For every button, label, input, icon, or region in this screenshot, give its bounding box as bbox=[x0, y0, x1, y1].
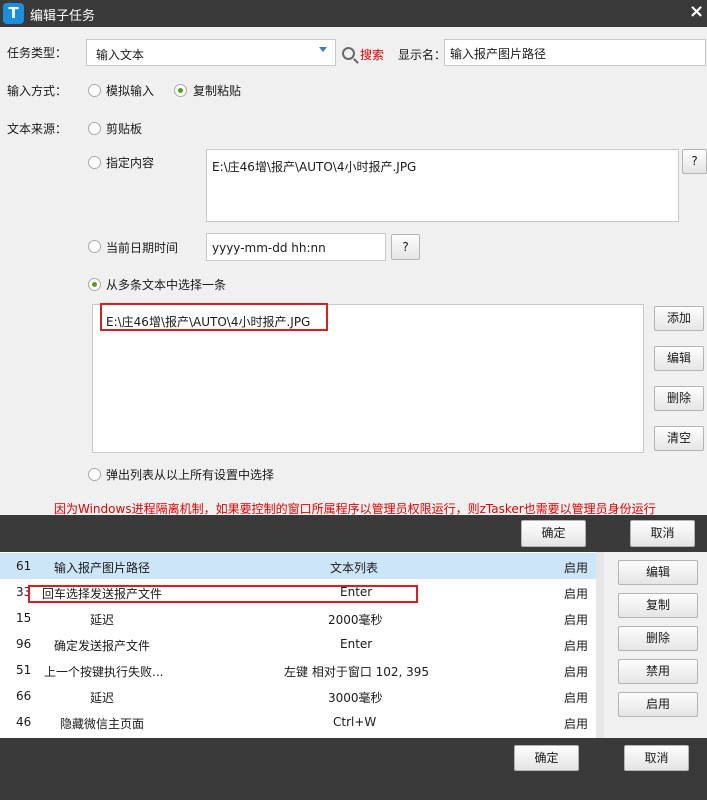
row-status: 启用 bbox=[564, 613, 589, 627]
row-status: 启用 bbox=[564, 717, 589, 731]
task-type-label: 任务类型： bbox=[7, 46, 68, 60]
row-detail: 2000毫秒 bbox=[328, 613, 383, 627]
text-source-label: 文本来源： bbox=[7, 122, 68, 136]
task-table: 61 输入报产图片路径 文本列表 启用 33 回车选择发送报产文件 Enter … bbox=[0, 552, 600, 738]
radio-specified-content[interactable] bbox=[88, 156, 101, 169]
task-copy-button[interactable]: 复制 bbox=[618, 593, 698, 618]
row-id: 15 bbox=[16, 611, 32, 625]
main-ok-button[interactable]: 确定 bbox=[514, 745, 579, 771]
radio-current-datetime[interactable] bbox=[88, 240, 101, 253]
row-detail: 左键 相对于窗口 102, 395 bbox=[284, 665, 430, 679]
row-status: 启用 bbox=[564, 691, 589, 705]
radio-copy-paste-label[interactable]: 复制粘贴 bbox=[193, 82, 241, 99]
row-name: 隐藏微信主页面 bbox=[60, 717, 145, 731]
dialog-cancel-button[interactable]: 取消 bbox=[630, 520, 695, 547]
row-id: 96 bbox=[16, 637, 32, 651]
row-status: 启用 bbox=[564, 561, 589, 575]
highlight-annotation-box bbox=[28, 585, 418, 603]
row-id: 61 bbox=[16, 559, 32, 573]
radio-multi-text[interactable] bbox=[88, 278, 101, 291]
row-id: 51 bbox=[16, 663, 32, 677]
specified-content-textarea[interactable]: E:\庄46增\报产\AUTO\4小时报产.JPG bbox=[206, 149, 679, 222]
app-logo-icon: T bbox=[3, 3, 24, 24]
row-name: 延迟 bbox=[90, 613, 115, 627]
radio-simulated-input-label[interactable]: 模拟输入 bbox=[106, 82, 154, 99]
display-name-input[interactable]: 输入报产图片路径 bbox=[444, 39, 706, 66]
date-help-button[interactable]: ? bbox=[391, 234, 420, 260]
task-disable-button[interactable]: 禁用 bbox=[618, 659, 698, 684]
dialog-action-bar: 确定 取消 bbox=[0, 515, 707, 552]
row-detail: 3000毫秒 bbox=[328, 691, 383, 705]
radio-multi-text-label[interactable]: 从多条文本中选择一条 bbox=[106, 276, 226, 293]
date-format-input[interactable]: yyyy-mm-dd hh:nn bbox=[206, 233, 386, 261]
main-cancel-button[interactable]: 取消 bbox=[624, 745, 689, 771]
row-name: 延迟 bbox=[90, 691, 115, 705]
vertical-scrollbar[interactable] bbox=[596, 552, 604, 738]
task-edit-button[interactable]: 编辑 bbox=[618, 560, 698, 585]
date-format-value: yyyy-mm-dd hh:nn bbox=[212, 241, 326, 255]
radio-clipboard[interactable] bbox=[88, 122, 101, 135]
radio-copy-paste[interactable] bbox=[174, 84, 187, 97]
main-action-bar: 确定 取消 bbox=[0, 738, 707, 800]
title-bar: T 编辑子任务 × bbox=[0, 0, 707, 27]
specified-help-button[interactable]: ? bbox=[682, 149, 707, 174]
table-row[interactable]: 51 上一个按键执行失败... 左键 相对于窗口 102, 395 启用 bbox=[0, 657, 596, 683]
row-name: 输入报产图片路径 bbox=[54, 561, 151, 575]
edit-item-button[interactable]: 编辑 bbox=[654, 346, 704, 371]
table-row[interactable]: 66 延迟 3000毫秒 启用 bbox=[0, 683, 596, 709]
radio-popup-list-label[interactable]: 弹出列表从以上所有设置中选择 bbox=[106, 466, 274, 483]
dialog-ok-button[interactable]: 确定 bbox=[521, 520, 586, 547]
task-type-select[interactable]: 输入文本 bbox=[86, 39, 336, 66]
search-link[interactable]: 搜索 bbox=[360, 46, 384, 63]
search-icon[interactable] bbox=[342, 47, 355, 60]
table-row[interactable]: 46 隐藏微信主页面 Ctrl+W 启用 bbox=[0, 709, 596, 735]
row-status: 启用 bbox=[564, 587, 589, 601]
display-name-label: 显示名： bbox=[398, 48, 447, 62]
radio-specified-content-label[interactable]: 指定内容 bbox=[106, 154, 154, 171]
table-row[interactable]: 15 延迟 2000毫秒 启用 bbox=[0, 605, 596, 631]
add-button[interactable]: 添加 bbox=[654, 306, 704, 331]
radio-simulated-input[interactable] bbox=[88, 84, 101, 97]
chevron-down-icon bbox=[319, 47, 327, 52]
window-title: 编辑子任务 bbox=[30, 9, 96, 24]
task-enable-button[interactable]: 启用 bbox=[618, 692, 698, 717]
radio-popup-list[interactable] bbox=[88, 468, 101, 481]
task-type-value: 输入文本 bbox=[96, 48, 145, 62]
row-detail: 文本列表 bbox=[330, 561, 379, 575]
row-status: 启用 bbox=[564, 639, 589, 653]
edit-subtask-dialog: 任务类型： 输入文本 搜索 显示名： 输入报产图片路径 输入方式： 模拟输入 复… bbox=[0, 27, 707, 516]
table-row[interactable]: 96 确定发送报产文件 Enter 启用 bbox=[0, 631, 596, 657]
display-name-value: 输入报产图片路径 bbox=[450, 47, 547, 61]
row-detail: Ctrl+W bbox=[333, 715, 377, 729]
row-name: 上一个按键执行失败... bbox=[44, 665, 164, 679]
row-status: 启用 bbox=[564, 665, 589, 679]
radio-current-datetime-label[interactable]: 当前日期时间 bbox=[106, 239, 178, 256]
specified-content-value: E:\庄46增\报产\AUTO\4小时报产.JPG bbox=[212, 160, 417, 174]
delete-item-button[interactable]: 删除 bbox=[654, 386, 704, 411]
row-id: 46 bbox=[16, 715, 32, 729]
close-icon[interactable]: × bbox=[689, 2, 704, 22]
clear-button[interactable]: 清空 bbox=[654, 426, 704, 451]
highlight-annotation-box bbox=[100, 303, 328, 331]
table-row[interactable]: 61 输入报产图片路径 文本列表 启用 bbox=[0, 553, 596, 579]
row-name: 确定发送报产文件 bbox=[54, 639, 151, 653]
input-method-label: 输入方式： bbox=[7, 84, 68, 98]
task-list-panel: 61 输入报产图片路径 文本列表 启用 33 回车选择发送报产文件 Enter … bbox=[0, 552, 707, 738]
row-detail: Enter bbox=[340, 637, 373, 651]
radio-clipboard-label[interactable]: 剪贴板 bbox=[106, 120, 142, 137]
task-delete-button[interactable]: 删除 bbox=[618, 626, 698, 651]
row-id: 66 bbox=[16, 689, 32, 703]
